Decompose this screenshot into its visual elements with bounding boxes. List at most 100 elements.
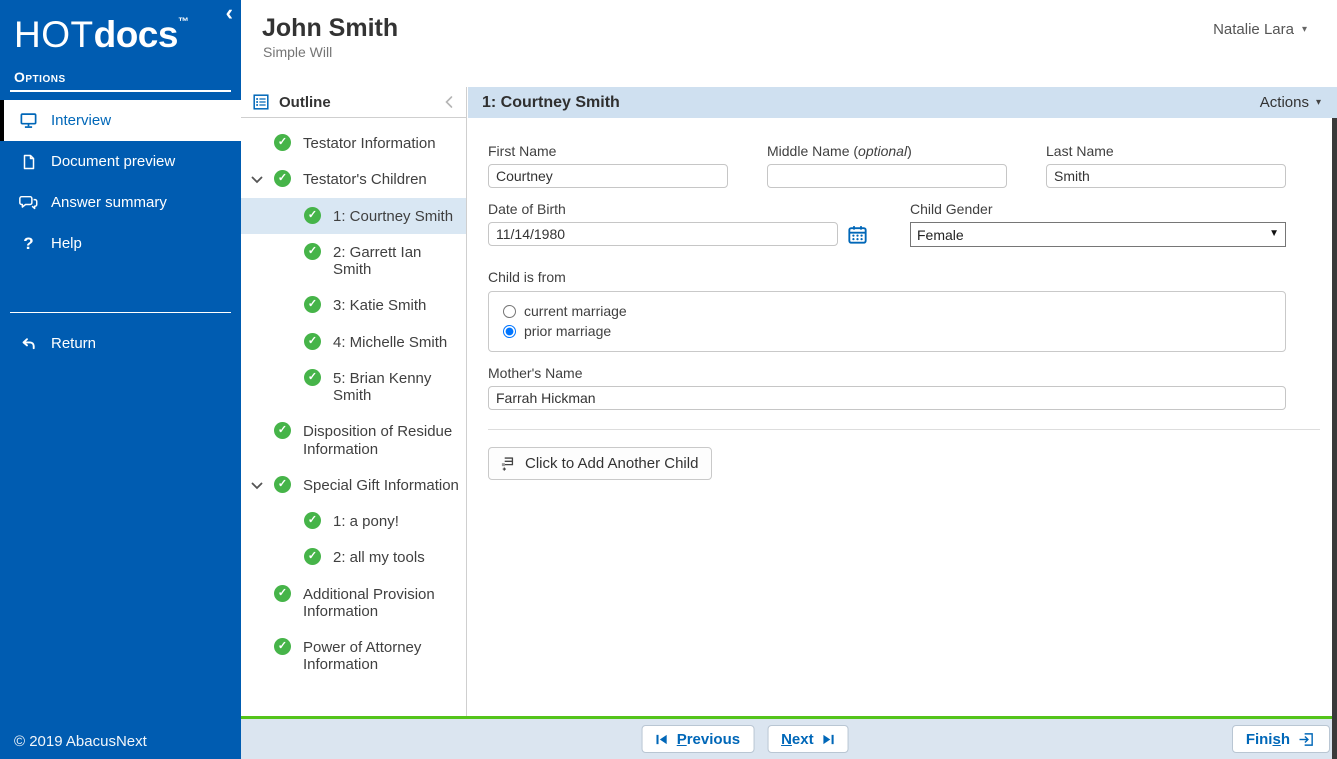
date-of-birth-label: Date of Birth	[488, 201, 868, 217]
skip-next-icon	[822, 733, 835, 746]
nav-buttons: Previous Next	[642, 725, 849, 753]
mothers-name-field[interactable]	[488, 386, 1286, 410]
window-edge	[1332, 118, 1337, 759]
outline-item-testator-information[interactable]: ✓ Testator Information	[241, 125, 466, 161]
finish-document-icon	[1298, 732, 1316, 747]
radio-current-marriage[interactable]: current marriage	[503, 301, 1273, 321]
check-circle-icon: ✓	[304, 296, 321, 313]
outline-item-katie-smith[interactable]: ✓ 3: Katie Smith	[241, 287, 466, 323]
outline-item-all-my-tools[interactable]: ✓ 2: all my tools	[241, 539, 466, 575]
chevron-down-icon: ▾	[1316, 97, 1321, 108]
outline-item-power-of-attorney[interactable]: ✓ Power of Attorney Information	[241, 629, 466, 683]
first-name-label: First Name	[488, 143, 728, 159]
outline-item-brian-kenny-smith[interactable]: ✓ 5: Brian Kenny Smith	[241, 360, 466, 414]
check-circle-icon: ✓	[304, 243, 321, 260]
sidebar-item-document-preview[interactable]: Document preview	[0, 141, 241, 182]
last-name-label: Last Name	[1046, 143, 1286, 159]
outline-panel: Outline ✓ Testator Information ✓ Testato…	[241, 87, 467, 716]
outline-title: Outline	[279, 94, 432, 111]
monitor-icon	[19, 112, 38, 129]
interview-form: First Name Middle Name (optional) Last N…	[468, 118, 1337, 480]
user-menu[interactable]: Natalie Lara ▾	[1213, 21, 1307, 38]
user-name: Natalie Lara	[1213, 21, 1294, 38]
outline-list-icon	[253, 94, 269, 110]
check-circle-icon: ✓	[304, 548, 321, 565]
options-divider	[10, 90, 231, 92]
check-circle-icon: ✓	[274, 476, 291, 493]
actions-menu-button[interactable]: Actions ▾	[1260, 94, 1321, 111]
bottom-navigation-bar: Previous Next Finish	[241, 716, 1337, 759]
sidebar-item-label: Answer summary	[51, 194, 167, 211]
previous-button[interactable]: Previous	[642, 725, 754, 753]
sidebar-item-label: Help	[51, 235, 82, 252]
outline-item-disposition-of-residue[interactable]: ✓ Disposition of Residue Information	[241, 413, 466, 467]
sidebar-nav: Interview Document preview Answer summar…	[0, 100, 241, 264]
check-circle-icon: ✓	[304, 333, 321, 350]
sidebar: ‹ HOTdocs™ Options Interview Document pr…	[0, 0, 241, 759]
outline-tree: ✓ Testator Information ✓ Testator's Chil…	[241, 118, 466, 683]
check-circle-icon: ✓	[274, 170, 291, 187]
check-circle-icon: ✓	[274, 134, 291, 151]
check-circle-icon: ✓	[274, 422, 291, 439]
outline-item-garrett-ian-smith[interactable]: ✓ 2: Garrett Ian Smith	[241, 234, 466, 288]
trademark-symbol: ™	[178, 16, 189, 28]
outline-item-michelle-smith[interactable]: ✓ 4: Michelle Smith	[241, 324, 466, 360]
outline-item-additional-provision[interactable]: ✓ Additional Provision Information	[241, 576, 466, 630]
last-name-field[interactable]	[1046, 164, 1286, 188]
next-button[interactable]: Next	[767, 725, 849, 753]
chevron-down-icon[interactable]	[250, 479, 265, 494]
top-header: John Smith Simple Will Natalie Lara ▾	[241, 0, 1337, 87]
check-circle-icon: ✓	[304, 512, 321, 529]
template-subtitle: Simple Will	[241, 44, 1337, 60]
return-arrow-icon	[19, 335, 38, 352]
check-circle-icon: ✓	[274, 585, 291, 602]
hotdocs-app: ‹ HOTdocs™ Options Interview Document pr…	[0, 0, 1337, 759]
add-another-child-button[interactable]: Click to Add Another Child	[488, 447, 712, 480]
check-circle-icon: ✓	[304, 369, 321, 386]
outline-item-testators-children[interactable]: ✓ Testator's Children	[241, 161, 466, 197]
first-name-field[interactable]	[488, 164, 728, 188]
child-is-from-group: current marriage prior marriage	[488, 291, 1286, 352]
outline-collapse-icon[interactable]	[442, 95, 456, 109]
sidebar-item-interview[interactable]: Interview	[0, 100, 241, 141]
date-of-birth-field[interactable]	[488, 222, 838, 246]
chevron-down-icon: ▾	[1302, 24, 1307, 35]
copyright-text: © 2019 AbacusNext	[14, 733, 147, 750]
middle-name-label: Middle Name (optional)	[767, 143, 1007, 159]
outline-item-a-pony[interactable]: ✓ 1: a pony!	[241, 503, 466, 539]
sidebar-item-return[interactable]: Return	[0, 323, 241, 364]
skip-previous-icon	[656, 733, 669, 746]
chevron-down-icon[interactable]	[250, 173, 265, 188]
main-content: 1: Courtney Smith Actions ▾ First Name M…	[468, 87, 1337, 716]
section-title: 1: Courtney Smith	[482, 94, 1260, 112]
child-gender-select[interactable]: Female	[910, 222, 1286, 247]
child-is-from-label: Child is from	[488, 269, 1286, 285]
document-icon	[19, 153, 38, 170]
finish-button[interactable]: Finish	[1232, 725, 1330, 753]
hotdocs-logo: HOTdocs™	[0, 0, 241, 57]
section-header: 1: Courtney Smith Actions ▾	[468, 87, 1337, 118]
options-section-label: Options	[14, 69, 241, 85]
chat-bubbles-icon	[19, 194, 38, 211]
check-circle-icon: ✓	[274, 638, 291, 655]
mothers-name-label: Mother's Name	[488, 365, 1286, 381]
question-mark-icon: ?	[19, 235, 38, 252]
sidebar-item-label: Interview	[51, 112, 111, 129]
outline-item-courtney-smith[interactable]: ✓ 1: Courtney Smith	[241, 198, 466, 234]
sidebar-divider	[10, 312, 231, 313]
form-divider	[488, 429, 1320, 430]
sidebar-collapse-icon[interactable]: ‹	[226, 2, 233, 24]
radio-prior-marriage[interactable]: prior marriage	[503, 321, 1273, 341]
calendar-icon[interactable]	[847, 224, 868, 245]
document-title: John Smith	[241, 0, 1337, 43]
radio-current-marriage-input[interactable]	[503, 305, 516, 318]
sidebar-item-label: Document preview	[51, 153, 175, 170]
sidebar-item-help[interactable]: ? Help	[0, 223, 241, 264]
child-gender-label: Child Gender	[910, 201, 1286, 217]
outline-item-special-gift-information[interactable]: ✓ Special Gift Information	[241, 467, 466, 503]
middle-name-field[interactable]	[767, 164, 1007, 188]
outline-header: Outline	[241, 87, 466, 118]
sidebar-item-answer-summary[interactable]: Answer summary	[0, 182, 241, 223]
sidebar-item-label: Return	[51, 335, 96, 352]
radio-prior-marriage-input[interactable]	[503, 325, 516, 338]
